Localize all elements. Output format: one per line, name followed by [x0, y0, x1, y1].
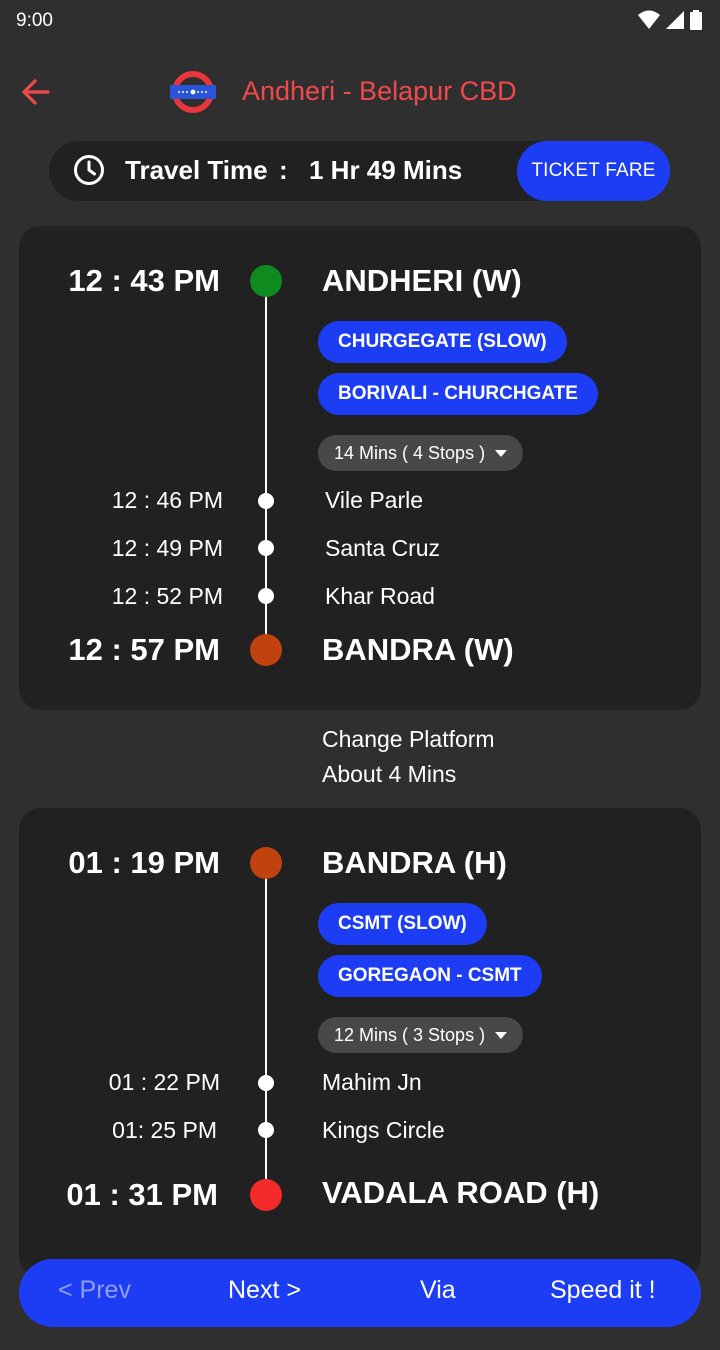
stop-time: 01 : 22 PM [108, 1069, 220, 1095]
train-chip[interactable]: GOREGAON - CSMT [318, 955, 542, 997]
stop-time: 01: 25 PM [112, 1117, 217, 1143]
speed-it-button[interactable]: Speed it ! [550, 1276, 656, 1305]
battery-icon [690, 10, 702, 30]
wifi-icon [638, 10, 660, 29]
route-line [265, 864, 267, 1194]
next-button[interactable]: Next > [228, 1276, 301, 1305]
end-station-dot [250, 1179, 282, 1211]
change-duration-text: About 4 Mins [322, 761, 457, 787]
back-arrow-icon[interactable] [18, 74, 58, 110]
stops-toggle[interactable]: 12 Mins ( 3 Stops ) [318, 1017, 524, 1053]
end-time: 01 : 31 PM [66, 1177, 218, 1212]
start-time: 01 : 19 PM [68, 845, 220, 880]
status-time: 9:00 [16, 10, 53, 31]
stop-dot [258, 1122, 274, 1138]
stop-dot [258, 588, 274, 604]
travel-time-separator: : [279, 155, 288, 185]
stop-name: Vile Parle [325, 487, 424, 513]
change-platform-text: Change Platform [322, 726, 495, 752]
stop-time: 12 : 46 PM [111, 487, 223, 513]
end-time: 12 : 57 PM [68, 632, 220, 667]
prev-button[interactable]: < Prev [58, 1276, 131, 1305]
chevron-down-icon [495, 449, 508, 457]
stop-dot [258, 540, 274, 556]
chevron-down-icon [495, 1031, 508, 1039]
start-station: ANDHERI (W) [322, 263, 522, 298]
end-station: VADALA ROAD (H) [322, 1175, 600, 1210]
stops-summary: 14 Mins ( 4 Stops ) [334, 442, 486, 463]
start-station-dot [250, 847, 282, 879]
signal-icon [666, 11, 684, 29]
end-station-dot [250, 634, 282, 666]
end-station: BANDRA (W) [322, 632, 514, 667]
status-icons [638, 10, 702, 30]
travel-time-value: 1 Hr 49 Mins [309, 155, 463, 185]
stop-name: Khar Road [325, 583, 435, 609]
rail-logo-icon [170, 71, 216, 113]
stop-time: 12 : 49 PM [111, 535, 223, 561]
stop-dot [258, 493, 274, 509]
clock-icon [74, 155, 104, 185]
stops-toggle[interactable]: 14 Mins ( 4 Stops ) [318, 435, 524, 471]
ticket-fare-button[interactable]: TICKET FARE [517, 141, 670, 201]
start-station: BANDRA (H) [322, 845, 507, 880]
route-title: Andheri - Belapur CBD [242, 76, 517, 106]
stop-time: 12 : 52 PM [111, 583, 223, 609]
via-button[interactable]: Via [420, 1276, 456, 1305]
stops-summary: 12 Mins ( 3 Stops ) [334, 1024, 486, 1045]
stop-name: Santa Cruz [325, 535, 441, 561]
travel-time-label: Travel Time [125, 155, 268, 185]
start-time: 12 : 43 PM [68, 263, 220, 298]
stop-name: Kings Circle [322, 1117, 445, 1143]
train-chip[interactable]: CSMT (SLOW) [318, 903, 487, 945]
start-station-dot [250, 265, 282, 297]
stop-dot [258, 1075, 274, 1091]
train-chip[interactable]: CHURGEGATE (SLOW) [318, 321, 567, 363]
train-chip[interactable]: BORIVALI - CHURCHGATE [318, 373, 598, 415]
stop-name: Mahim Jn [322, 1069, 422, 1095]
